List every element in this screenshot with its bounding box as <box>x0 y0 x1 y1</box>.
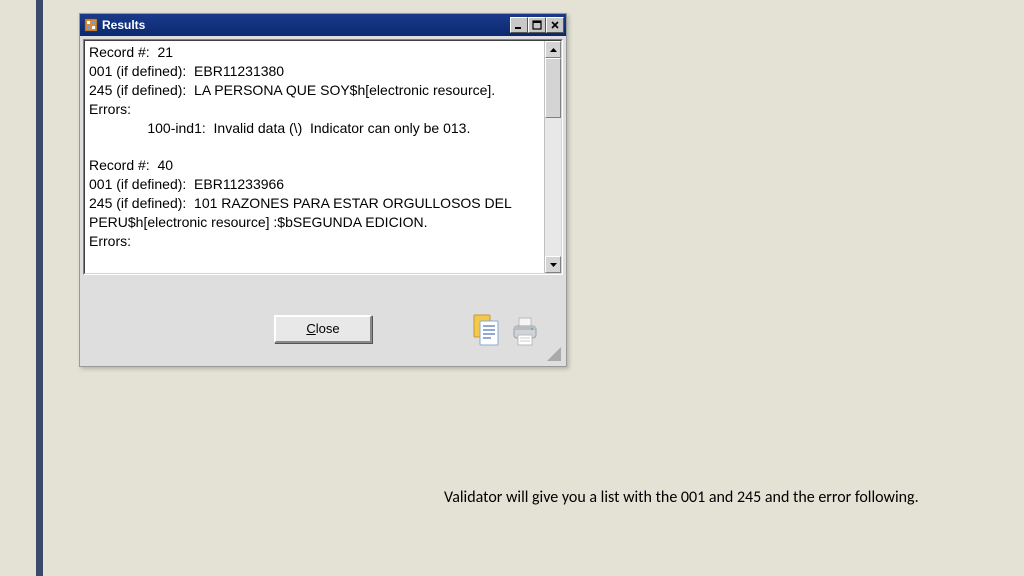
close-button[interactable]: Close <box>274 315 372 343</box>
scroll-thumb[interactable] <box>545 58 561 118</box>
scroll-up-button[interactable] <box>545 41 561 58</box>
slide-caption: Validator will give you a list with the … <box>444 488 919 507</box>
resize-grip[interactable] <box>547 347 561 361</box>
copy-icon[interactable] <box>471 313 501 347</box>
close-window-button[interactable] <box>546 17 564 33</box>
window-content: Record #: 21 001 (if defined): EBR112313… <box>80 36 566 366</box>
window-titlebar[interactable]: Results <box>80 14 566 36</box>
vertical-scrollbar[interactable] <box>544 41 561 273</box>
maximize-button[interactable] <box>528 17 546 33</box>
window-title: Results <box>102 18 510 32</box>
results-textbox-frame: Record #: 21 001 (if defined): EBR112313… <box>83 39 563 275</box>
minimize-button[interactable] <box>510 17 528 33</box>
close-button-label-rest: lose <box>316 321 340 336</box>
scroll-down-button[interactable] <box>545 256 561 273</box>
button-bar: Close <box>83 275 563 363</box>
window-controls <box>510 17 564 33</box>
app-icon <box>84 18 98 32</box>
results-textbox[interactable]: Record #: 21 001 (if defined): EBR112313… <box>85 41 544 273</box>
print-icon[interactable] <box>509 315 541 347</box>
scroll-track[interactable] <box>545 58 561 256</box>
slide-left-accent-bar <box>36 0 43 576</box>
results-window: Results Record #: 21 001 (if defined): E… <box>79 13 567 367</box>
